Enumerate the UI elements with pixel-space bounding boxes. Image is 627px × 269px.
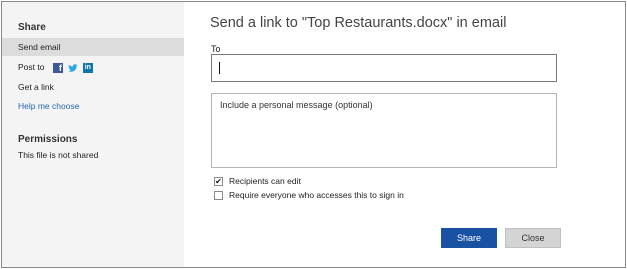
require-sign-in-checkbox[interactable] <box>214 190 223 200</box>
sidebar-item-label: Post to <box>18 62 45 72</box>
share-heading: Share <box>18 22 46 33</box>
twitter-icon[interactable] <box>68 63 78 73</box>
sidebar-item-get-a-link[interactable]: Get a link <box>2 78 184 96</box>
sidebar: Share Send email Post to f in Get a link… <box>2 2 184 267</box>
personal-message-field[interactable] <box>211 93 557 168</box>
sidebar-item-post-to[interactable]: Post to f in <box>2 58 184 76</box>
recipients-can-edit-checkbox[interactable]: ✔ <box>214 176 223 186</box>
to-input[interactable] <box>211 54 557 82</box>
recipients-can-edit-row[interactable]: ✔ Recipients can edit <box>214 176 301 186</box>
text-caret <box>219 62 220 74</box>
help-me-choose-link[interactable]: Help me choose <box>2 97 184 115</box>
recipients-can-edit-label: Recipients can edit <box>229 176 301 186</box>
require-sign-in-row[interactable]: Require everyone who accesses this to si… <box>214 190 404 200</box>
dialog-title: Send a link to "Top Restaurants.docx" in… <box>210 15 507 31</box>
sidebar-item-send-email[interactable]: Send email <box>2 38 184 56</box>
to-label: To <box>211 44 221 54</box>
linkedin-icon[interactable]: in <box>82 62 93 73</box>
share-button[interactable]: Share <box>441 228 497 248</box>
permissions-heading: Permissions <box>18 134 78 145</box>
facebook-icon[interactable]: f <box>52 62 63 73</box>
close-button[interactable]: Close <box>505 228 561 248</box>
share-dialog: Share Send email Post to f in Get a link… <box>1 1 626 268</box>
social-icons: f in <box>52 62 93 73</box>
require-sign-in-label: Require everyone who accesses this to si… <box>229 190 404 200</box>
permissions-text: This file is not shared <box>18 150 99 160</box>
